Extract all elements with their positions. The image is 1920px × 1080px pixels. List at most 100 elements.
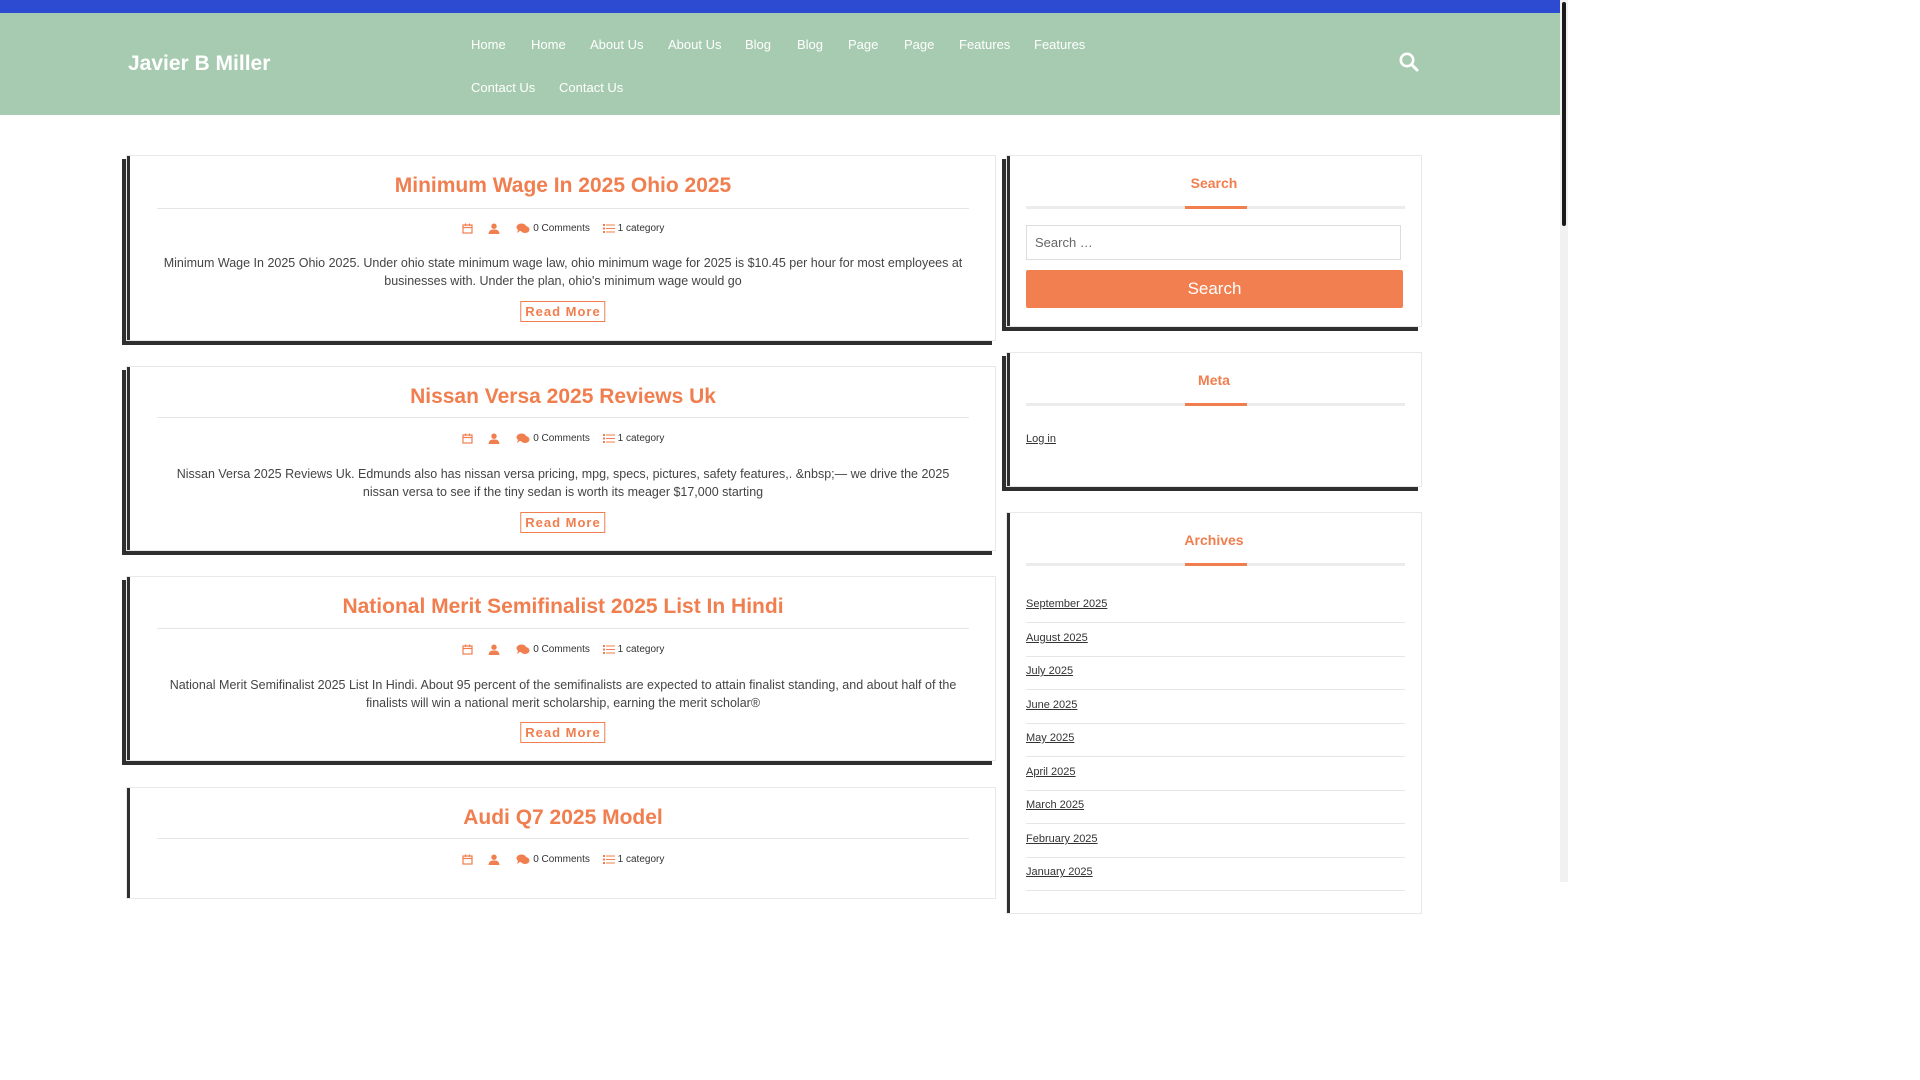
post-category[interactable]: 1 category bbox=[602, 223, 665, 235]
post-author[interactable] bbox=[488, 223, 503, 234]
post-card: National Merit Semifinalist 2025 List In… bbox=[126, 576, 996, 761]
search-widget: Search Search bbox=[1006, 155, 1422, 327]
post-date[interactable] bbox=[462, 223, 476, 234]
list-icon bbox=[602, 645, 615, 654]
post-category[interactable]: 1 category bbox=[602, 644, 665, 656]
post-meta: 0 Comments 1 category bbox=[157, 223, 969, 234]
comments-icon bbox=[516, 433, 530, 443]
search-input[interactable] bbox=[1026, 225, 1401, 260]
archive-link[interactable]: August 2025 bbox=[1026, 632, 1088, 644]
user-icon bbox=[488, 854, 500, 865]
list-item: September 2025 bbox=[1026, 589, 1405, 623]
post-author[interactable] bbox=[488, 433, 503, 444]
list-item: February 2025 bbox=[1026, 824, 1405, 858]
post-category[interactable]: 1 category bbox=[602, 433, 665, 445]
nav-item-blog[interactable]: Blog bbox=[745, 37, 771, 52]
archive-link[interactable]: March 2025 bbox=[1026, 799, 1084, 811]
list-item: July 2025 bbox=[1026, 656, 1405, 690]
post-comments[interactable]: 0 Comments bbox=[516, 854, 590, 865]
archive-link[interactable]: July 2025 bbox=[1026, 665, 1073, 677]
header-search-button[interactable] bbox=[1398, 51, 1422, 75]
calendar-icon bbox=[462, 223, 473, 234]
comment-count: 0 Comments bbox=[533, 644, 590, 656]
post-title[interactable]: National Merit Semifinalist 2025 List In… bbox=[157, 595, 969, 619]
post-date[interactable] bbox=[462, 433, 476, 444]
list-item: August 2025 bbox=[1026, 623, 1405, 657]
category-count: 1 category bbox=[617, 433, 665, 445]
category-count: 1 category bbox=[617, 223, 665, 235]
nav-item-home[interactable]: Home bbox=[531, 37, 566, 52]
list-icon bbox=[602, 224, 615, 233]
divider bbox=[157, 838, 969, 839]
post-title[interactable]: Audi Q7 2025 Model bbox=[157, 806, 969, 830]
nav-item-about-us[interactable]: About Us bbox=[668, 37, 721, 52]
nav-item-home[interactable]: Home bbox=[471, 37, 506, 52]
post-card: Nissan Versa 2025 Reviews Uk 0 Comments … bbox=[126, 366, 996, 551]
post-meta: 0 Comments 1 category bbox=[157, 433, 969, 444]
post-author[interactable] bbox=[488, 854, 503, 865]
archive-link[interactable]: September 2025 bbox=[1026, 598, 1107, 610]
post-category[interactable]: 1 category bbox=[602, 854, 664, 865]
post-excerpt: National Merit Semifinalist 2025 List In… bbox=[169, 678, 957, 710]
post-comments[interactable]: 0 Comments bbox=[516, 433, 590, 444]
login-link[interactable]: Log in bbox=[1026, 433, 1056, 445]
list-item: May 2025 bbox=[1026, 723, 1405, 757]
widget-title: Meta bbox=[1198, 372, 1230, 388]
user-icon bbox=[488, 223, 500, 234]
category-count: 1 category bbox=[617, 644, 665, 656]
read-more-button[interactable]: Read More bbox=[520, 301, 606, 322]
list-item: January 2025 bbox=[1026, 857, 1405, 891]
read-more-button[interactable]: Read More bbox=[520, 722, 606, 743]
widget-title-underline bbox=[1026, 563, 1405, 566]
widget-title: Archives bbox=[1184, 532, 1244, 548]
calendar-icon bbox=[462, 433, 473, 444]
site-header: Javier B Miller Home Home About Us About… bbox=[0, 13, 1560, 115]
scrollbar-thumb[interactable] bbox=[1562, 2, 1566, 226]
post-meta: 0 Comments 1 category bbox=[157, 644, 969, 655]
calendar-icon bbox=[462, 644, 473, 655]
archive-link[interactable]: April 2025 bbox=[1026, 766, 1076, 778]
read-more-button[interactable]: Read More bbox=[520, 512, 606, 533]
post-card: Minimum Wage In 2025 Ohio 2025 0 Comment… bbox=[126, 155, 996, 341]
nav-item-features[interactable]: Features bbox=[1034, 37, 1085, 52]
archive-link[interactable]: February 2025 bbox=[1026, 833, 1098, 845]
comments-icon bbox=[516, 854, 530, 864]
post-author[interactable] bbox=[488, 644, 503, 655]
post-title[interactable]: Minimum Wage In 2025 Ohio 2025 bbox=[157, 174, 969, 198]
nav-item-features[interactable]: Features bbox=[959, 37, 1010, 52]
list-icon bbox=[602, 855, 615, 864]
archive-link[interactable]: June 2025 bbox=[1026, 699, 1077, 711]
post-meta: 0 Comments 1 category bbox=[157, 854, 969, 865]
comment-count: 0 Comments bbox=[533, 433, 590, 445]
list-item: April 2025 bbox=[1026, 757, 1405, 791]
post-date[interactable] bbox=[462, 644, 476, 655]
post-comments[interactable]: 0 Comments bbox=[516, 223, 590, 234]
comments-icon bbox=[516, 223, 530, 233]
list-item: June 2025 bbox=[1026, 690, 1405, 724]
nav-item-contact-us[interactable]: Contact Us bbox=[471, 80, 535, 95]
widget-title-underline bbox=[1026, 206, 1405, 209]
nav-item-blog[interactable]: Blog bbox=[797, 37, 823, 52]
comment-count: 0 Comments bbox=[533, 223, 590, 235]
post-excerpt: Minimum Wage In 2025 Ohio 2025. Under oh… bbox=[163, 256, 963, 288]
widget-title-underline bbox=[1026, 403, 1405, 406]
nav-item-contact-us[interactable]: Contact Us bbox=[559, 80, 623, 95]
archive-link[interactable]: May 2025 bbox=[1026, 732, 1074, 744]
divider bbox=[157, 628, 969, 629]
post-comments[interactable]: 0 Comments bbox=[516, 644, 590, 655]
archive-link[interactable]: January 2025 bbox=[1026, 866, 1093, 878]
user-icon bbox=[488, 433, 500, 444]
search-button[interactable]: Search bbox=[1026, 270, 1403, 308]
nav-item-page[interactable]: Page bbox=[904, 37, 934, 52]
calendar-icon bbox=[462, 854, 473, 865]
post-card: Audi Q7 2025 Model 0 Comments 1 category bbox=[126, 787, 996, 899]
comments-icon bbox=[516, 644, 530, 654]
post-title[interactable]: Nissan Versa 2025 Reviews Uk bbox=[157, 385, 969, 409]
top-accent-bar bbox=[0, 0, 1560, 13]
nav-item-about-us[interactable]: About Us bbox=[590, 37, 643, 52]
divider bbox=[157, 417, 969, 418]
site-title[interactable]: Javier B Miller bbox=[128, 52, 270, 76]
post-date[interactable] bbox=[462, 854, 476, 865]
divider bbox=[157, 208, 969, 209]
nav-item-page[interactable]: Page bbox=[848, 37, 878, 52]
